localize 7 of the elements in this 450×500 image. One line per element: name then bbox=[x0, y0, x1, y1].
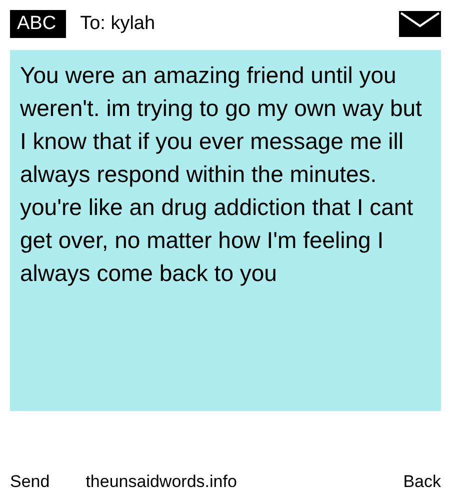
back-softkey[interactable]: Back bbox=[403, 472, 441, 492]
recipient-label: To: kylah bbox=[80, 13, 156, 35]
input-mode-badge: ABC bbox=[10, 10, 66, 38]
message-text[interactable]: You were an amazing friend until you weren't. im trying to go my own way but I know that if you ever message me ill always respond within the minutes. you're like an drug addiction that I cant get over, no matter how I'm feeling I always come back to you bbox=[10, 50, 441, 411]
envelope-icon[interactable] bbox=[399, 11, 441, 37]
website-label: theunsaidwords.info bbox=[86, 472, 238, 492]
send-softkey[interactable]: Send bbox=[10, 472, 50, 492]
